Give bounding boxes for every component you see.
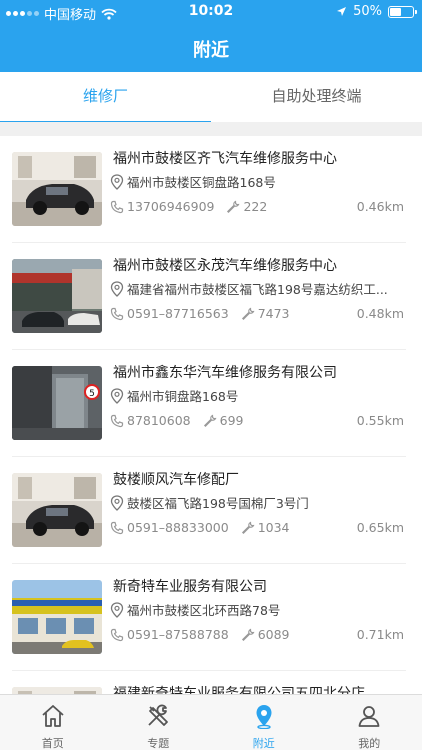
wrench-icon: [227, 200, 240, 213]
battery-icon: [388, 5, 417, 18]
tab-home[interactable]: 首页: [0, 695, 106, 750]
phone-icon: [110, 200, 124, 213]
tab-nearby-label: 附近: [252, 737, 275, 750]
service-count: 222: [243, 199, 268, 214]
service-count: 1034: [257, 520, 290, 535]
shop-name: 福州市鼓楼区永茂汽车维修服务中心: [113, 258, 337, 274]
wrench-icon: [241, 307, 255, 320]
shop-photo: 5: [12, 366, 102, 440]
shop-distance: 0.46km: [356, 199, 404, 214]
page-title: 附近: [193, 40, 229, 61]
phone-icon: [110, 521, 124, 534]
location-pin-icon: [256, 705, 272, 729]
tools-icon: [148, 704, 169, 726]
shop-address: 福州市鼓楼区铜盘路168号: [127, 175, 276, 190]
shop-distance: 0.71km: [356, 627, 404, 642]
svg-text:5: 5: [89, 389, 95, 399]
shop-list-item[interactable]: 福州市鼓楼区永茂汽车维修服务中心 福建省福州市鼓楼区福飞路198号嘉达纺织工..…: [0, 243, 422, 350]
phone-icon: [110, 628, 124, 641]
shop-name: 福建新奇特车业服务有限公司五四北分店: [113, 686, 365, 694]
shop-photo: [12, 687, 102, 694]
user-icon: [358, 706, 380, 727]
phone-icon: [110, 307, 124, 320]
shop-phone[interactable]: 87810608: [127, 413, 191, 428]
tab-self-service-terminals[interactable]: 自助处理终端: [211, 72, 422, 122]
shop-name: 福州市鼓楼区齐飞汽车维修服务中心: [113, 151, 337, 167]
location-arrow-icon: [337, 7, 347, 16]
battery-level: [390, 7, 401, 16]
tab-mine-label: 我的: [358, 737, 381, 750]
location-pin-icon: [110, 494, 124, 511]
shop-list-item[interactable]: 新奇特车业服务有限公司 福州市鼓楼区北环西路78号 0591–87588788 …: [0, 564, 422, 671]
shop-address: 福州市铜盘路168号: [127, 389, 239, 404]
shop-photo: [12, 259, 102, 333]
location-pin-icon: [110, 280, 124, 297]
shop-list-item[interactable]: 鼓楼顺风汽车修配厂 鼓楼区福飞路198号国棉厂3号门 0591–88833000…: [0, 457, 422, 564]
location-pin-icon: [110, 601, 124, 618]
wrench-icon: [241, 521, 255, 534]
tab-nearby[interactable]: 附近: [211, 695, 317, 750]
tab-repair-shops[interactable]: 维修厂: [0, 72, 211, 124]
shop-address: 福州市鼓楼区北环西路78号: [127, 603, 281, 618]
shop-distance: 0.48km: [356, 306, 404, 321]
shop-photo: [12, 152, 102, 226]
shop-name: 福州市鑫东华汽车维修服务有限公司: [113, 365, 337, 381]
shop-list-item[interactable]: 福建新奇特车业服务有限公司五四北分店: [0, 671, 422, 694]
tab-topics[interactable]: 专题: [106, 695, 212, 750]
shop-list-item[interactable]: 福州市鼓楼区齐飞汽车维修服务中心 福州市鼓楼区铜盘路168号 137069469…: [0, 136, 422, 243]
shop-phone[interactable]: 0591–88833000: [127, 520, 229, 535]
wrench-icon: [203, 414, 217, 427]
shop-photo: [12, 580, 102, 654]
location-pin-icon: [110, 173, 124, 190]
status-bar: 中国移动 10:02 50%: [0, 0, 422, 24]
shop-name: 新奇特车业服务有限公司: [113, 579, 267, 595]
shop-phone[interactable]: 0591–87588788: [127, 627, 229, 642]
home-icon: [42, 705, 64, 727]
shop-photo: [12, 473, 102, 547]
tab-home-label: 首页: [41, 737, 64, 750]
service-count: 699: [219, 413, 244, 428]
shop-phone[interactable]: 0591–87716563: [127, 306, 229, 321]
shop-phone[interactable]: 13706946909: [127, 199, 214, 214]
section-divider: [0, 122, 422, 136]
bottom-tab-bar: 首页 专题 附近 我的: [0, 694, 422, 750]
tab-mine[interactable]: 我的: [317, 695, 422, 750]
shop-distance: 0.55km: [356, 413, 404, 428]
battery-percent: 50%: [353, 4, 382, 19]
wrench-icon: [241, 628, 255, 641]
app-header: 中国移动 10:02 50% 附近: [0, 0, 422, 72]
shop-name: 鼓楼顺风汽车修配厂: [113, 472, 239, 488]
shop-list-item[interactable]: 5 福州市鑫东华汽车维修服务有限公司 福州市铜盘路168号 87810608 6…: [0, 350, 422, 457]
location-pin-icon: [110, 387, 124, 404]
shop-list[interactable]: 福州市鼓楼区齐飞汽车维修服务中心 福州市鼓楼区铜盘路168号 137069469…: [0, 136, 422, 694]
service-count: 7473: [257, 306, 290, 321]
phone-icon: [110, 414, 124, 427]
service-count: 6089: [257, 627, 290, 642]
shop-address: 鼓楼区福飞路198号国棉厂3号门: [127, 496, 309, 511]
tab-bar-top: 维修厂 自助处理终端: [0, 72, 422, 124]
tab-topics-label: 专题: [147, 737, 170, 750]
shop-distance: 0.65km: [356, 520, 404, 535]
shop-address: 福建省福州市鼓楼区福飞路198号嘉达纺织工...: [127, 282, 388, 297]
